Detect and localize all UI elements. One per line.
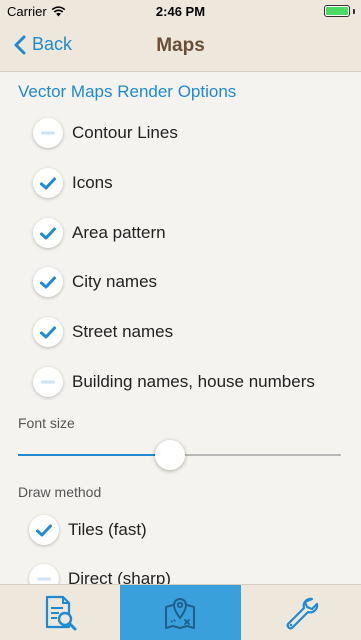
option-toggle[interactable] [29,564,59,584]
option-street-names[interactable]: Street names [0,308,361,356]
status-bar: Carrier 2:46 PM [0,0,361,22]
checkmark-icon [36,524,52,536]
option-contour-lines[interactable]: Contour Lines [0,109,361,157]
font-size-slider[interactable] [18,440,341,470]
minus-icon [37,577,51,581]
option-toggle[interactable] [29,515,59,545]
map-pin-icon [165,597,196,629]
font-size-label: Font size [18,415,75,431]
slider-thumb[interactable] [154,440,185,470]
section-title: Vector Maps Render Options [18,82,237,101]
battery-fill [326,7,348,15]
option-toggle[interactable] [33,317,63,347]
battery-indicator [324,5,355,17]
option-label: Street names [72,322,174,341]
option-label: Tiles (fast) [68,520,147,539]
option-label: City names [72,272,158,291]
option-toggle[interactable] [33,218,63,248]
tab-documents[interactable] [0,585,120,640]
option-toggle[interactable] [33,367,63,397]
option-label: Icons [72,173,113,192]
tab-settings[interactable] [241,585,361,640]
draw-method-direct[interactable]: Direct (sharp) [0,555,361,584]
checkmark-icon [40,177,56,189]
slider-fill [18,454,170,456]
option-building-names[interactable]: Building names, house numbers [0,358,361,406]
minus-icon [41,131,55,135]
option-label: Building names, house numbers [72,372,315,391]
status-time: 2:46 PM [155,4,206,19]
battery-nub [353,8,355,14]
wrench-icon [286,597,319,629]
checkmark-icon [40,227,56,239]
checkmark-icon [40,326,56,338]
option-label: Contour Lines [72,123,178,142]
option-label: Area pattern [72,223,166,242]
option-city-names[interactable]: City names [0,258,361,306]
option-toggle[interactable] [33,168,63,198]
checkmark-icon [40,276,56,288]
settings-content[interactable]: Vector Maps Render Options Contour Lines… [0,72,361,584]
draw-method-label: Draw method [18,484,102,500]
navigation-bar: Back Maps [0,22,361,72]
option-area-pattern[interactable]: Area pattern [0,209,361,257]
option-label: Direct (sharp) [68,569,171,584]
tab-bar [0,584,361,640]
document-search-icon [46,595,77,630]
page-title: Maps [156,35,205,56]
option-icons[interactable]: Icons [0,159,361,207]
option-toggle[interactable] [33,118,63,148]
option-toggle[interactable] [33,267,63,297]
battery-icon [324,5,350,17]
tab-maps[interactable] [120,585,241,640]
minus-icon [41,380,55,384]
draw-method-tiles[interactable]: Tiles (fast) [0,506,361,554]
